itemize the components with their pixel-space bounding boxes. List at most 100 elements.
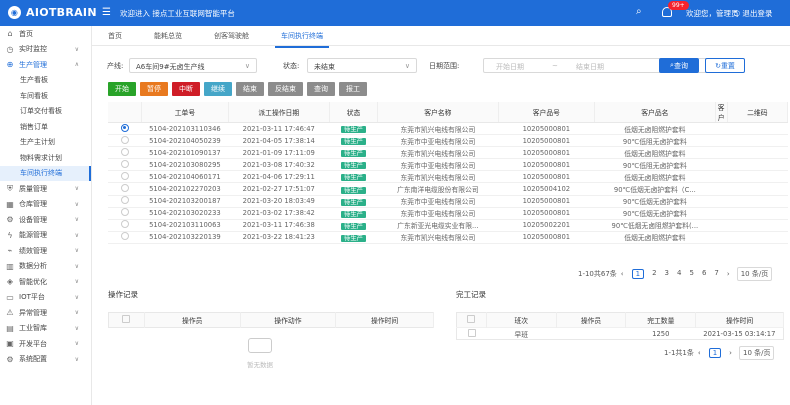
row-radio[interactable] bbox=[120, 171, 129, 180]
row-radio[interactable] bbox=[120, 123, 129, 132]
line-select[interactable]: A6车间9#无卤生产线 ∨ bbox=[129, 58, 257, 73]
row-radio[interactable] bbox=[120, 135, 129, 144]
sidebar-item-label: 数据分析 bbox=[19, 262, 47, 271]
performance-icon: ⌁ bbox=[7, 246, 13, 256]
brand-logo[interactable]: ◉ AIOTBRAIN bbox=[8, 6, 97, 19]
action-button[interactable]: 暂停 bbox=[140, 82, 168, 96]
sidebar-item[interactable]: ⌂ 首页 bbox=[0, 26, 91, 42]
sidebar-item[interactable]: ◷ 实时监控 ∨ bbox=[0, 42, 91, 58]
prev-page-icon[interactable]: ‹ bbox=[698, 349, 701, 357]
sidebar-item[interactable]: ⚠ 异常管理 ∨ bbox=[0, 305, 91, 321]
date-range-picker[interactable]: 开始日期 ~ 结束日期 bbox=[483, 58, 743, 73]
page-button[interactable]: 1 bbox=[631, 269, 645, 279]
sidebar-item[interactable]: ⚙ 设备管理 ∨ bbox=[0, 212, 91, 228]
page-button[interactable]: 2 bbox=[652, 269, 656, 279]
start-date-input[interactable]: 开始日期 bbox=[496, 62, 524, 72]
sidebar-item-label: 车间看板 bbox=[20, 91, 48, 100]
page-button[interactable]: 5 bbox=[689, 269, 693, 279]
page-button[interactable]: 4 bbox=[677, 269, 681, 279]
table-row[interactable]: 5104-202103200187 2021-03-20 18:03:49 待生产东… bbox=[108, 195, 788, 208]
tab[interactable]: 车间执行终端 bbox=[275, 25, 329, 48]
menu-toggle-icon[interactable]: ☰ bbox=[102, 7, 111, 18]
chevron-down-icon: ∨ bbox=[244, 62, 250, 70]
welcome-text: 欢迎进入 接点工业互联网智能平台 bbox=[120, 9, 235, 18]
sidebar-item[interactable]: 生产看板 bbox=[0, 73, 91, 89]
sidebar-item[interactable]: 生产主计划 bbox=[0, 135, 91, 151]
column-header: 客户 bbox=[715, 102, 728, 123]
row-radio[interactable] bbox=[120, 184, 129, 193]
table-row[interactable]: 5104-202102270203 2021-02-27 17:51:07 待生产广… bbox=[108, 182, 788, 196]
prev-page-icon[interactable]: ‹ bbox=[621, 270, 624, 278]
column-header: 操作时间 bbox=[695, 312, 784, 328]
page-button[interactable]: 6 bbox=[702, 269, 706, 279]
action-button[interactable]: 反结束 bbox=[268, 82, 303, 96]
sidebar-item[interactable]: ▭ IOT平台 ∨ bbox=[0, 290, 91, 306]
table-row[interactable]: 5104-202104050239 2021-04-05 17:38:14 待生产东… bbox=[108, 134, 788, 148]
sidebar-item[interactable]: 物料需求计划 bbox=[0, 150, 91, 166]
action-button[interactable]: 报工 bbox=[339, 82, 367, 96]
status-badge: 待生产 bbox=[341, 138, 366, 146]
page-button[interactable]: 1 bbox=[708, 348, 722, 358]
status-select[interactable]: 未结束 ∨ bbox=[307, 58, 417, 73]
date-range-label: 日期范围: bbox=[429, 62, 460, 70]
search-icon[interactable]: ⌕ bbox=[636, 6, 642, 17]
page-button[interactable]: 3 bbox=[665, 269, 669, 279]
sidebar-item[interactable]: ▥ 数据分析 ∨ bbox=[0, 259, 91, 275]
logout-button[interactable]: ⎋ 退出登录 bbox=[734, 8, 772, 19]
sidebar-item[interactable]: ⌁ 绩效管理 ∨ bbox=[0, 243, 91, 259]
sidebar-item[interactable]: ▦ 仓库管理 ∨ bbox=[0, 197, 91, 213]
sidebar-item[interactable]: ◈ 智能优化 ∨ bbox=[0, 274, 91, 290]
sidebar-item[interactable]: 订单交付看板 bbox=[0, 104, 91, 120]
action-button[interactable]: 查询 bbox=[307, 82, 335, 96]
action-button[interactable]: 结束 bbox=[236, 82, 264, 96]
query-button[interactable]: ⌕ 查询 bbox=[659, 58, 699, 73]
sidebar-item[interactable]: ϟ 能源管理 ∨ bbox=[0, 228, 91, 244]
table-row[interactable]: 5104-202103080295 2021-03-08 17:40:32 待生产东… bbox=[108, 158, 788, 172]
page-size-select[interactable]: 10 条/页 bbox=[736, 267, 773, 281]
sidebar-item[interactable]: 车间执行终端 bbox=[0, 165, 91, 181]
column-header: 操作员 bbox=[144, 312, 241, 328]
sidebar-item[interactable]: ⛨ 质量管理 ∨ bbox=[0, 181, 91, 197]
action-button[interactable]: 开始 bbox=[108, 82, 136, 96]
table-row[interactable]: 5104-202101090137 2021-01-09 17:11:09 待生产东… bbox=[108, 146, 788, 160]
row-checkbox[interactable] bbox=[467, 328, 476, 337]
row-radio[interactable] bbox=[120, 208, 129, 217]
row-radio[interactable] bbox=[120, 220, 129, 229]
sidebar-item-label: 首页 bbox=[19, 29, 33, 38]
sidebar-item[interactable]: ▤ 工业智库 ∨ bbox=[0, 321, 91, 337]
status-badge: 待生产 bbox=[341, 198, 366, 206]
table-row[interactable]: 5104-202103110346 2021-03-11 17:46:47 待生产东… bbox=[108, 122, 788, 136]
tab[interactable]: 首页 bbox=[102, 25, 128, 47]
sidebar-item[interactable]: ⚙ 系统配置 ∨ bbox=[0, 352, 91, 368]
end-date-input[interactable]: 结束日期 bbox=[576, 62, 604, 72]
next-page-icon[interactable]: › bbox=[727, 270, 730, 278]
sidebar-item[interactable]: 销售订单 bbox=[0, 119, 91, 135]
row-radio[interactable] bbox=[120, 232, 129, 241]
pagination-info: 1-10共67条 bbox=[578, 270, 617, 278]
tab[interactable]: 能耗总览 bbox=[148, 25, 188, 47]
row-radio[interactable] bbox=[120, 159, 129, 168]
action-button[interactable]: 中断 bbox=[172, 82, 200, 96]
tab[interactable]: 创客驾驶舱 bbox=[208, 25, 255, 47]
sidebar-item[interactable]: ▣ 开发平台 ∨ bbox=[0, 336, 91, 352]
table-row[interactable]: 5104-202104060171 2021-04-06 17:29:11 待生产东… bbox=[108, 170, 788, 184]
row-radio[interactable] bbox=[120, 147, 129, 156]
sidebar-item-label: 系统配置 bbox=[19, 355, 47, 364]
select-all-checkbox[interactable] bbox=[467, 315, 476, 323]
table-row[interactable]: 5104-202103020233 2021-03-02 17:38:42 待生产东… bbox=[108, 207, 788, 220]
table-row[interactable]: 早班 1250 2021-03-15 03:14:17 bbox=[456, 327, 784, 340]
page-button[interactable]: 7 bbox=[714, 269, 718, 279]
sidebar-item[interactable]: 车间看板 bbox=[0, 88, 91, 104]
action-button[interactable]: 继续 bbox=[204, 82, 232, 96]
sidebar-item[interactable]: ⊕ 生产管理 ∧ bbox=[0, 57, 91, 73]
row-radio[interactable] bbox=[120, 196, 129, 205]
select-all-checkbox[interactable] bbox=[122, 315, 131, 323]
user-greeting[interactable]: 欢迎您，管理员 bbox=[686, 8, 739, 19]
page-size-select[interactable]: 10 条/页 bbox=[738, 346, 775, 360]
reset-button[interactable]: ↻ 重置 bbox=[705, 58, 745, 73]
sidebar-item-label: 销售订单 bbox=[20, 122, 48, 131]
column-header: 二维码 bbox=[727, 102, 789, 123]
table-row[interactable]: 5104-202103110063 2021-03-11 17:46:38 待生产广… bbox=[108, 219, 788, 232]
next-page-icon[interactable]: › bbox=[729, 349, 732, 357]
table-row[interactable]: 5104-202103220139 2021-03-22 18:41:23 待生产东… bbox=[108, 231, 788, 244]
